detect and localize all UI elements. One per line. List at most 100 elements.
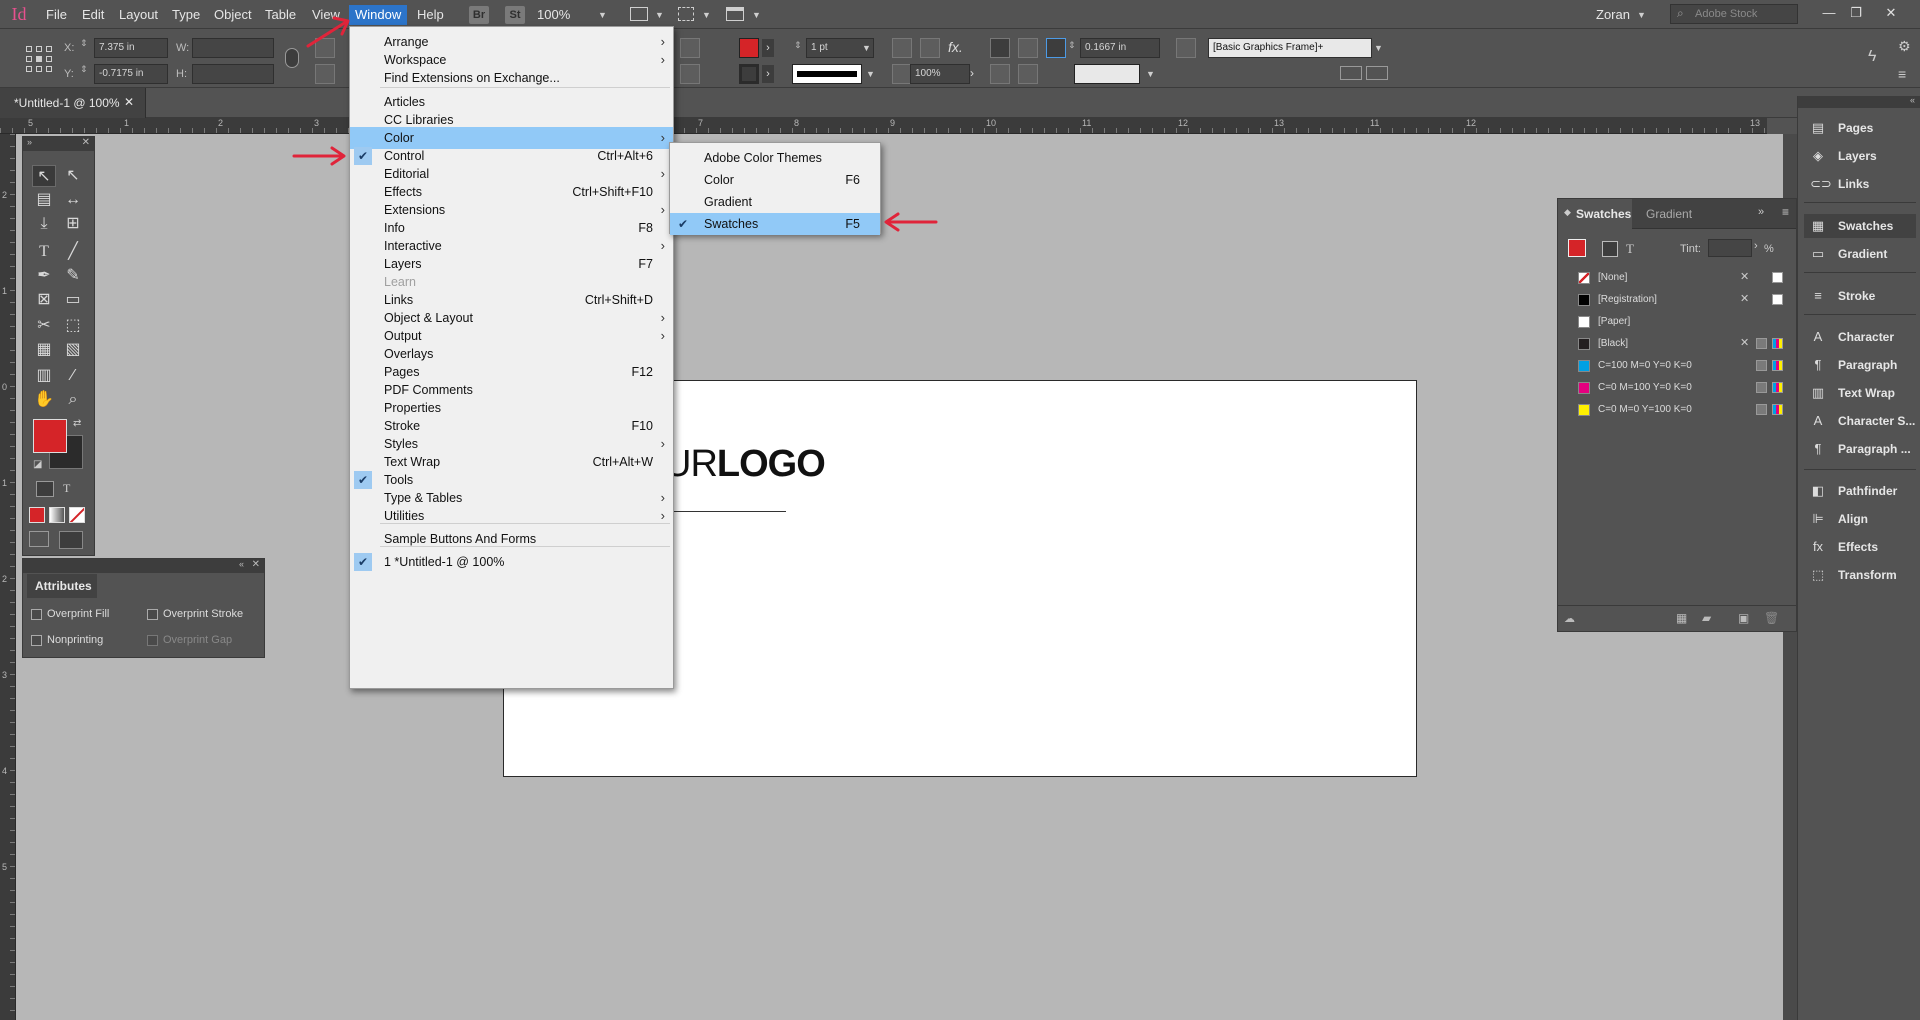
dock-item-character-s[interactable]: A Character S... <box>1804 409 1916 433</box>
window-menu-item-1-untitled-1-100[interactable]: ✔ 1 *Untitled-1 @ 100% <box>350 551 673 573</box>
line-tool-icon[interactable]: ╱ <box>61 241 85 263</box>
screen-mode-icon[interactable] <box>678 7 694 21</box>
hand-tool-icon[interactable]: ✋ <box>32 389 56 411</box>
x-stepper-icon[interactable]: ⇕ <box>80 38 88 49</box>
restore-icon[interactable]: ❐ <box>1845 3 1867 23</box>
dock-item-stroke[interactable]: ≡ Stroke <box>1804 284 1916 308</box>
corner-options-icon[interactable] <box>892 38 912 58</box>
text-wrap-none-icon[interactable] <box>990 38 1010 58</box>
opacity-field[interactable]: 100% <box>910 64 970 84</box>
fill-chevron-right-icon[interactable]: › <box>762 39 774 57</box>
expand-icon[interactable]: » <box>27 137 32 147</box>
swatch-row[interactable]: C=0 M=0 Y=100 K=0 <box>1558 399 1796 421</box>
panel-grip-icon[interactable]: ◆ <box>1564 207 1571 218</box>
offset-field[interactable]: 0.1667 in <box>1080 38 1160 58</box>
view-options-chevron-down-icon[interactable]: ▼ <box>655 10 664 20</box>
dock-item-character[interactable]: A Character <box>1804 325 1916 349</box>
default-fill-stroke-icon[interactable]: ◪ <box>33 459 42 470</box>
user-chevron-down-icon[interactable]: ▼ <box>1637 10 1646 20</box>
dock-header[interactable]: « <box>1798 95 1920 108</box>
opacity-chevron-right-icon[interactable]: › <box>970 66 974 80</box>
free-transform-tool-icon[interactable]: ⬚ <box>61 315 85 337</box>
close-panel-icon[interactable]: ✕ <box>82 137 90 148</box>
dock-item-layers[interactable]: ◈ Layers <box>1804 144 1916 168</box>
cc-libraries-icon[interactable]: ☁ <box>1564 612 1575 625</box>
dock-item-pages[interactable]: ▤ Pages <box>1804 116 1916 140</box>
collapse-dock-icon[interactable]: « <box>1910 95 1915 105</box>
text-wrap-object-shape-icon[interactable] <box>1046 38 1066 58</box>
dock-item-gradient[interactable]: ▭ Gradient <box>1804 242 1916 266</box>
pen-tool-icon[interactable]: ✒ <box>32 265 56 287</box>
gap-tool-icon[interactable]: ↔ <box>61 189 85 211</box>
lightning-icon[interactable]: ϟ <box>1868 48 1876 66</box>
tint-field[interactable] <box>1708 239 1752 257</box>
apply-color-icon[interactable] <box>29 507 45 523</box>
page-tool-icon[interactable]: ▤ <box>32 189 56 211</box>
minimize-icon[interactable]: — <box>1818 3 1840 23</box>
shear-tool-icon[interactable] <box>315 64 335 84</box>
zoom-level[interactable]: 100% <box>537 5 597 25</box>
stock-button[interactable]: St <box>505 6 525 24</box>
screen-mode-toggle-icon[interactable] <box>59 531 83 549</box>
constrain-proportions-icon[interactable] <box>285 48 299 68</box>
direct-selection-tool-icon[interactable]: ↖ <box>61 165 85 187</box>
view-options-icon[interactable] <box>630 7 648 21</box>
object-style-chevron-down-icon[interactable]: ▼ <box>1374 43 1383 53</box>
window-menu-item-utilities[interactable]: Utilities › <box>350 505 673 527</box>
formatting-text-icon[interactable]: T <box>1626 241 1634 257</box>
color-submenu-item-adobe-color-themes[interactable]: Adobe Color Themes <box>670 147 880 169</box>
close-panel-icon[interactable]: ✕ <box>252 559 260 570</box>
fill-swatch[interactable] <box>33 419 67 453</box>
gap-color-chevron-down-icon[interactable]: ▼ <box>1146 69 1155 79</box>
object-style-icon[interactable] <box>1176 38 1196 58</box>
fx-effects-icon[interactable]: fx. <box>948 39 963 55</box>
dock-item-text-wrap[interactable]: ▥ Text Wrap <box>1804 381 1916 405</box>
stroke-chevron-right-icon[interactable]: › <box>762 65 774 83</box>
color-submenu-item-swatches[interactable]: ✔ Swatches F5 <box>670 213 880 235</box>
close-icon[interactable]: ✕ <box>1880 3 1902 23</box>
screen-mode-chevron-down-icon[interactable]: ▼ <box>702 10 711 20</box>
swatch-row[interactable]: C=100 M=0 Y=0 K=0 <box>1558 355 1796 377</box>
dock-item-paragraph[interactable]: ¶ Paragraph <box>1804 353 1916 377</box>
color-submenu-item-color[interactable]: Color F6 <box>670 169 880 191</box>
delete-swatch-icon[interactable]: 🗑 <box>1764 611 1779 625</box>
stroke-weight-stepper-icon[interactable]: ⇕ <box>794 40 802 51</box>
height-field[interactable] <box>192 64 274 84</box>
dock-item-links[interactable]: ⊂⊃ Links <box>1804 172 1916 196</box>
arrange-documents-chevron-down-icon[interactable]: ▼ <box>752 10 761 20</box>
eyedropper-tool-icon[interactable]: ⁄ <box>61 365 85 387</box>
dock-item-transform[interactable]: ⬚ Transform <box>1804 563 1916 587</box>
align-stroke-center-icon[interactable] <box>990 64 1010 84</box>
menu-layout[interactable]: Layout <box>113 5 164 25</box>
window-menu-item-sample-buttons-and-forms[interactable]: Sample Buttons And Forms <box>350 528 673 550</box>
dock-item-paragraph[interactable]: ¶ Paragraph ... <box>1804 437 1916 461</box>
zoom-chevron-down-icon[interactable]: ▼ <box>598 10 607 20</box>
collapse-panel-icon[interactable]: » <box>1758 206 1764 218</box>
note-tool-icon[interactable]: ▥ <box>32 365 56 387</box>
y-stepper-icon[interactable]: ⇕ <box>80 64 88 75</box>
scissors-tool-icon[interactable]: ✂ <box>32 315 56 337</box>
panel-menu-icon[interactable]: ≡ <box>1898 66 1906 82</box>
attributes-tab[interactable]: Attributes <box>27 574 97 598</box>
gradient-feather-tool-icon[interactable]: ▧ <box>61 339 85 361</box>
stroke-color-swatch[interactable] <box>739 64 759 84</box>
formatting-text-icon[interactable]: T <box>63 481 70 496</box>
bridge-button[interactable]: Br <box>469 6 489 24</box>
stroke-type-select[interactable] <box>792 64 862 84</box>
gradient-swatch-tool-icon[interactable]: ▦ <box>32 339 56 361</box>
arrange-documents-icon[interactable] <box>726 7 744 21</box>
text-wrap-bounding-box-icon[interactable] <box>1018 38 1038 58</box>
horizontal-ruler[interactable]: 5 1 2 3 7 8 9 10 11 12 13 11 12 13 <box>0 118 1767 134</box>
menu-table[interactable]: Table <box>259 5 302 25</box>
formatting-container-icon[interactable] <box>1602 241 1618 257</box>
window-menu-item-find-extensions-on-exchange[interactable]: Find Extensions on Exchange... <box>350 67 673 89</box>
content-placer-tool-icon[interactable]: ⊞ <box>61 213 85 235</box>
swatch-row[interactable]: [None] ✕ <box>1558 267 1796 289</box>
stroke-type-chevron-down-icon[interactable]: ▼ <box>866 69 875 79</box>
flip-vertical-icon[interactable] <box>680 64 700 84</box>
edit-style-icon[interactable] <box>1366 66 1388 80</box>
overprint-stroke-checkbox[interactable] <box>147 609 158 620</box>
flip-horizontal-icon[interactable] <box>680 38 700 58</box>
adobe-stock-search-input[interactable]: ⌕ Adobe Stock <box>1670 4 1798 24</box>
offset-stepper-icon[interactable]: ⇕ <box>1068 40 1076 51</box>
